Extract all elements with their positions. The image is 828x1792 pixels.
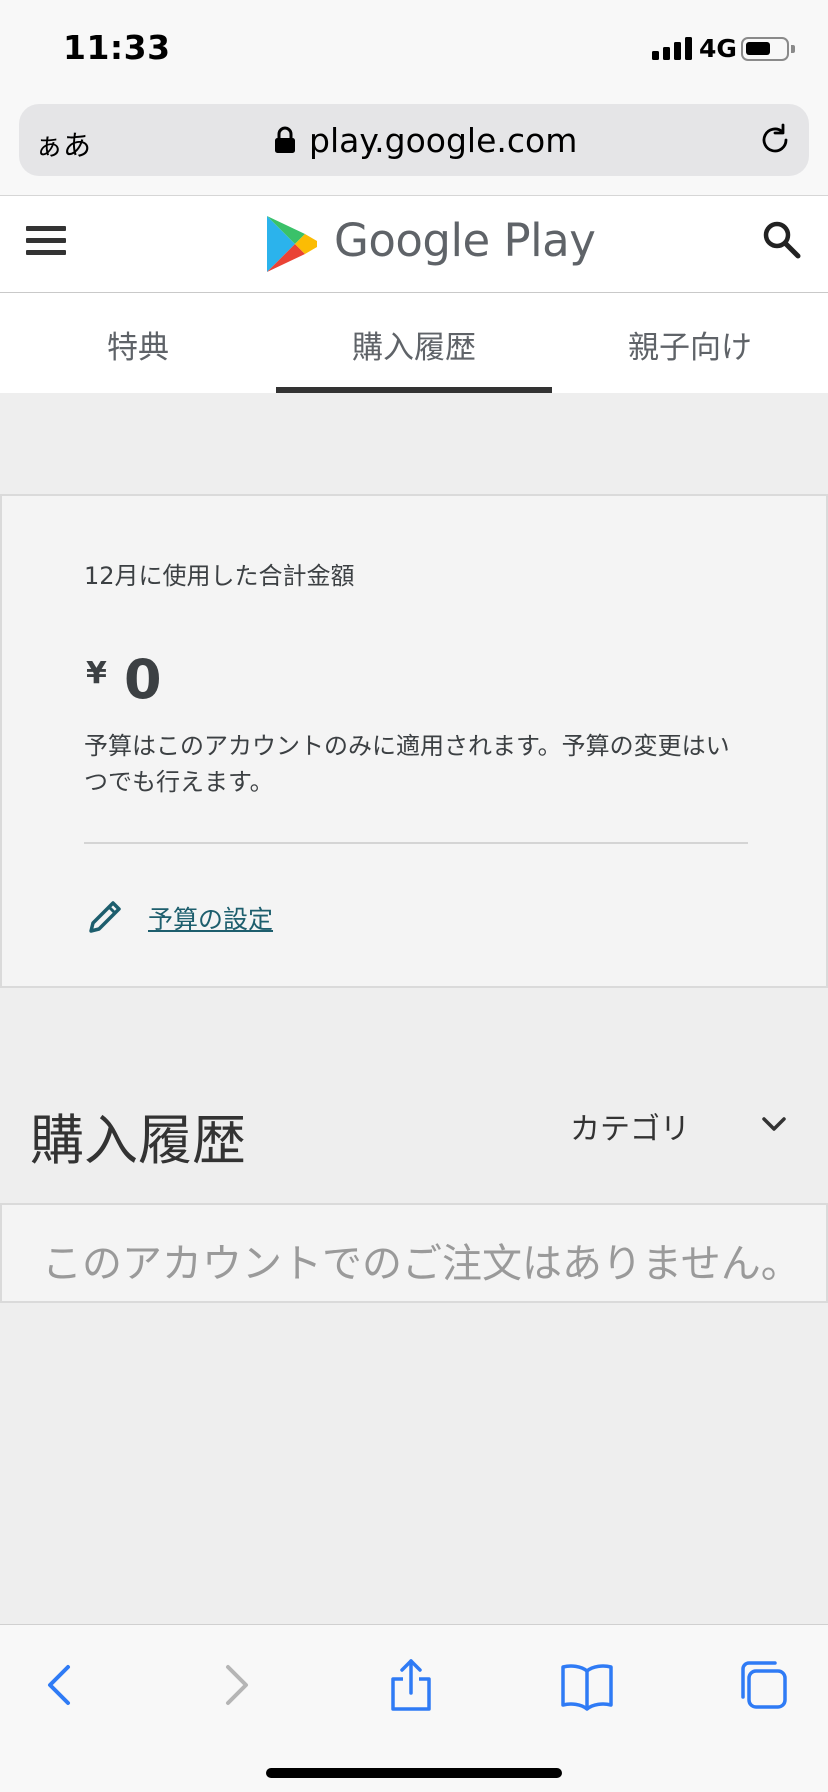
url-text[interactable]: play.google.com	[309, 121, 577, 160]
google-play-title[interactable]: Google Play	[334, 214, 596, 267]
tab-purchase-history[interactable]: 購入履歴	[276, 293, 552, 393]
budget-title: 12月に使用した合計金額	[84, 562, 355, 590]
browser-toolbar	[0, 1624, 828, 1792]
chevron-down-icon[interactable]	[758, 1110, 790, 1138]
pencil-icon[interactable]	[86, 896, 126, 936]
home-indicator[interactable]	[266, 1768, 562, 1778]
budget-amount: 0	[124, 648, 162, 711]
budget-card: 12月に使用した合計金額 ¥ 0 予算はこのアカウントのみに適用されます。予算の…	[0, 494, 828, 988]
category-dropdown[interactable]: カテゴリ	[570, 1104, 690, 1148]
tab-bar: 特典 購入履歴 親子向け	[0, 293, 828, 393]
empty-orders-message: このアカウントでのご注文はありません。	[42, 1241, 801, 1287]
text-size-button[interactable]: ぁあ	[35, 124, 91, 164]
forward-icon[interactable]	[206, 1655, 266, 1715]
signal-strength-icon	[652, 36, 692, 60]
tab-family[interactable]: 親子向け	[552, 293, 828, 393]
lock-icon	[275, 126, 295, 153]
set-budget-link[interactable]: 予算の設定	[148, 900, 273, 936]
battery-icon	[741, 37, 795, 61]
tab-perks[interactable]: 特典	[0, 293, 276, 393]
share-icon[interactable]	[381, 1655, 441, 1715]
reload-icon[interactable]	[757, 122, 793, 158]
status-time: 11:33	[63, 28, 171, 67]
google-play-logo-icon[interactable]	[264, 214, 320, 274]
hamburger-menu-icon[interactable]	[26, 226, 66, 260]
budget-note: 予算はこのアカウントのみに適用されます。予算の変更はいつでも行えます。	[84, 732, 730, 796]
purchase-history-heading: 購入履歴	[30, 1109, 246, 1172]
google-play-header: Google Play	[0, 195, 828, 293]
address-bar[interactable]: ぁあ play.google.com	[19, 104, 809, 176]
budget-currency: ¥	[86, 656, 107, 691]
empty-orders-box: このアカウントでのご注文はありません。	[0, 1203, 828, 1303]
status-bar: 11:33 4G	[0, 0, 828, 100]
divider	[84, 842, 748, 844]
browser-address-area: ぁあ play.google.com	[0, 100, 828, 195]
bookmarks-icon[interactable]	[557, 1655, 617, 1715]
tabs-icon[interactable]	[733, 1655, 793, 1715]
search-icon[interactable]	[762, 220, 802, 260]
network-type: 4G	[699, 34, 737, 63]
back-icon[interactable]	[30, 1655, 90, 1715]
